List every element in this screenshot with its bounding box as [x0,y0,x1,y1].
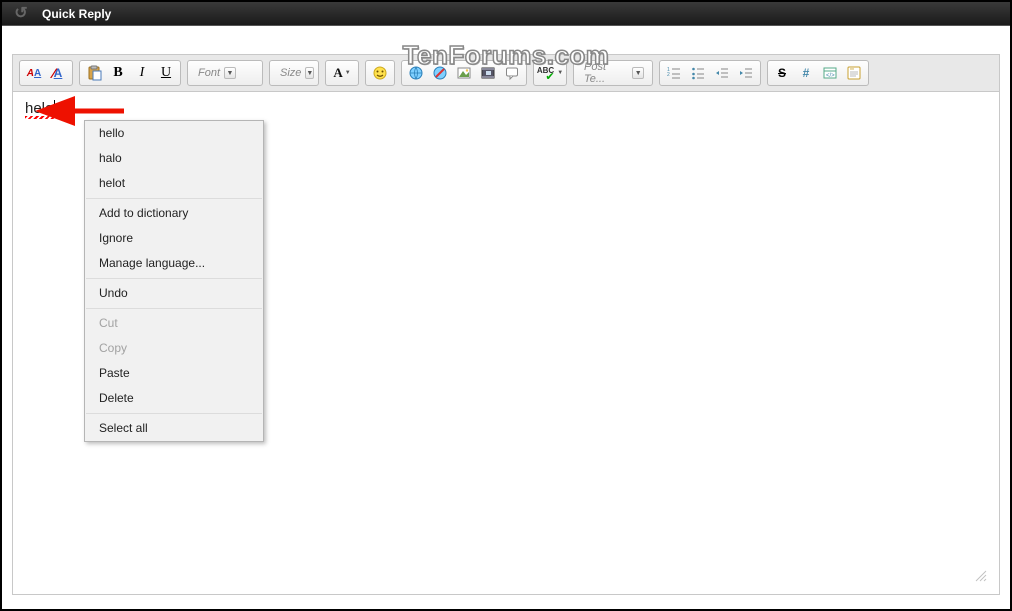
switch-editor-button[interactable]: AA [23,63,45,83]
menu-separator [86,198,262,199]
template-dropdown-label: Post Te... [584,61,628,85]
unlink-button[interactable] [429,63,451,83]
chevron-down-icon: ▼ [224,67,236,79]
group-smiley [365,60,395,86]
suggestion-item[interactable]: hello [85,121,263,146]
suggestion-item[interactable]: halo [85,146,263,171]
add-to-dictionary-item[interactable]: Add to dictionary [85,201,263,226]
php-button[interactable] [843,63,865,83]
group-template-dd: Post Te... ▼ [573,60,653,86]
spellcheck-context-menu: hello halo helot Add to dictionary Ignor… [84,120,264,442]
html-button[interactable]: </> [819,63,841,83]
manage-language-item[interactable]: Manage language... [85,251,263,276]
group-lists: 12 [659,60,761,86]
chevron-down-icon: ▼ [305,67,314,79]
spell-squiggle [25,116,57,119]
undo-item[interactable]: Undo [85,281,263,306]
svg-text:</>: </> [826,73,835,79]
group-misc: S # </> [767,60,869,86]
select-all-item[interactable]: Select all [85,416,263,441]
bulleted-list-button[interactable] [687,63,709,83]
delete-item[interactable]: Delete [85,386,263,411]
paste-item[interactable]: Paste [85,361,263,386]
chevron-down-icon: ▼ [632,67,644,79]
window-title: Quick Reply [42,7,111,21]
resize-grip-icon[interactable] [973,568,987,582]
menu-separator [86,413,262,414]
menu-separator [86,308,262,309]
remove-format-button[interactable]: A⁄ [47,63,69,83]
group-basic-format: B I U [79,60,181,86]
cut-item: Cut [85,311,263,336]
font-dropdown[interactable]: Font ▼ [191,63,259,83]
copy-item: Copy [85,336,263,361]
spellcheck-button[interactable]: ABC ✔ ▼ [537,63,563,83]
outdent-button[interactable] [711,63,733,83]
text-caret [54,100,55,117]
video-button[interactable] [477,63,499,83]
numbered-list-button[interactable]: 12 [663,63,685,83]
underline-button[interactable]: U [155,63,177,83]
svg-text:2: 2 [667,72,670,78]
ignore-item[interactable]: Ignore [85,226,263,251]
code-button[interactable]: # [795,63,817,83]
indent-button[interactable] [735,63,757,83]
strikethrough-button[interactable]: S [771,63,793,83]
size-dropdown-label: Size [280,67,301,79]
group-spellcheck: ABC ✔ ▼ [533,60,567,86]
font-dropdown-label: Font [198,67,220,79]
chevron-down-icon: ▼ [345,70,351,76]
group-font-dd: Font ▼ [187,60,263,86]
template-dropdown[interactable]: Post Te... ▼ [577,63,649,83]
group-editor-mode: AA A⁄ [19,60,73,86]
bold-button[interactable]: B [107,63,129,83]
paste-button[interactable] [83,63,105,83]
group-fontcolor: A ▼ [325,60,359,86]
quote-button[interactable] [501,63,523,83]
italic-button[interactable]: I [131,63,153,83]
font-color-button[interactable]: A ▼ [329,63,355,83]
smiley-button[interactable] [369,63,391,83]
group-size-dd: Size ▼ [269,60,319,86]
window-titlebar: ↺ Quick Reply [2,2,1010,26]
link-button[interactable] [405,63,427,83]
toolbar: AA A⁄ B I U Font ▼ Size ▼ [13,55,999,92]
typed-misspelled-word[interactable]: helo [25,100,55,117]
chevron-down-icon: ▼ [557,70,563,76]
back-arrow-icon: ↺ [10,3,32,25]
suggestion-item[interactable]: helot [85,171,263,196]
group-links-media [401,60,527,86]
size-dropdown[interactable]: Size ▼ [273,63,315,83]
image-button[interactable] [453,63,475,83]
menu-separator [86,278,262,279]
